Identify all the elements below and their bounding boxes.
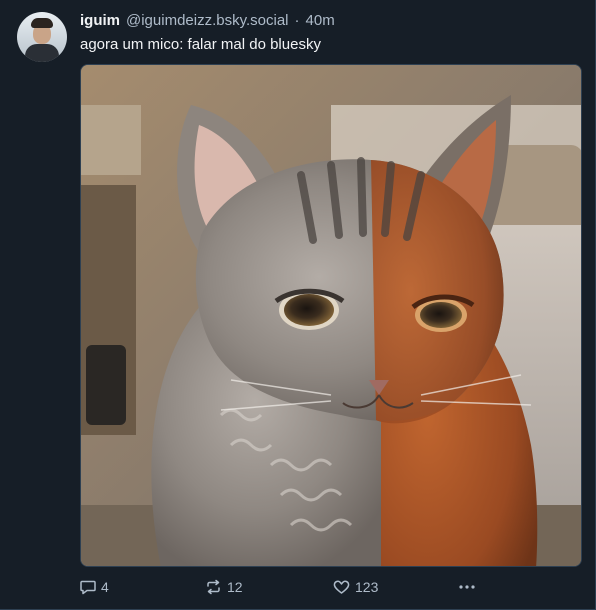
separator-dot: · <box>294 12 300 29</box>
cat-photo <box>81 65 581 566</box>
post-time[interactable]: 40m <box>306 12 335 29</box>
reply-count: 4 <box>101 579 109 595</box>
reply-button[interactable]: 4 <box>80 579 109 595</box>
speech-bubble-icon <box>80 579 96 595</box>
post-text: agora um mico: falar mal do bluesky <box>80 36 321 53</box>
like-button[interactable]: 123 <box>333 579 378 595</box>
handle[interactable]: @iguimdeizz.bsky.social <box>126 12 289 29</box>
post-image[interactable] <box>80 64 582 567</box>
display-name[interactable]: iguim <box>80 12 120 29</box>
post-header: iguim @iguimdeizz.bsky.social · 40m <box>80 12 335 32</box>
heart-icon <box>333 579 350 595</box>
repost-count: 12 <box>227 579 243 595</box>
post-actions: 4 12 123 <box>80 576 580 598</box>
repost-arrows-icon <box>205 579 222 595</box>
avatar-hair <box>31 18 53 28</box>
post[interactable]: iguim @iguimdeizz.bsky.social · 40m agor… <box>0 0 596 610</box>
ellipsis-icon <box>458 579 476 595</box>
like-count: 123 <box>355 579 379 595</box>
avatar[interactable] <box>17 12 67 62</box>
avatar-shirt <box>25 44 59 62</box>
repost-button[interactable]: 12 <box>205 579 243 595</box>
more-options-button[interactable] <box>458 579 476 595</box>
